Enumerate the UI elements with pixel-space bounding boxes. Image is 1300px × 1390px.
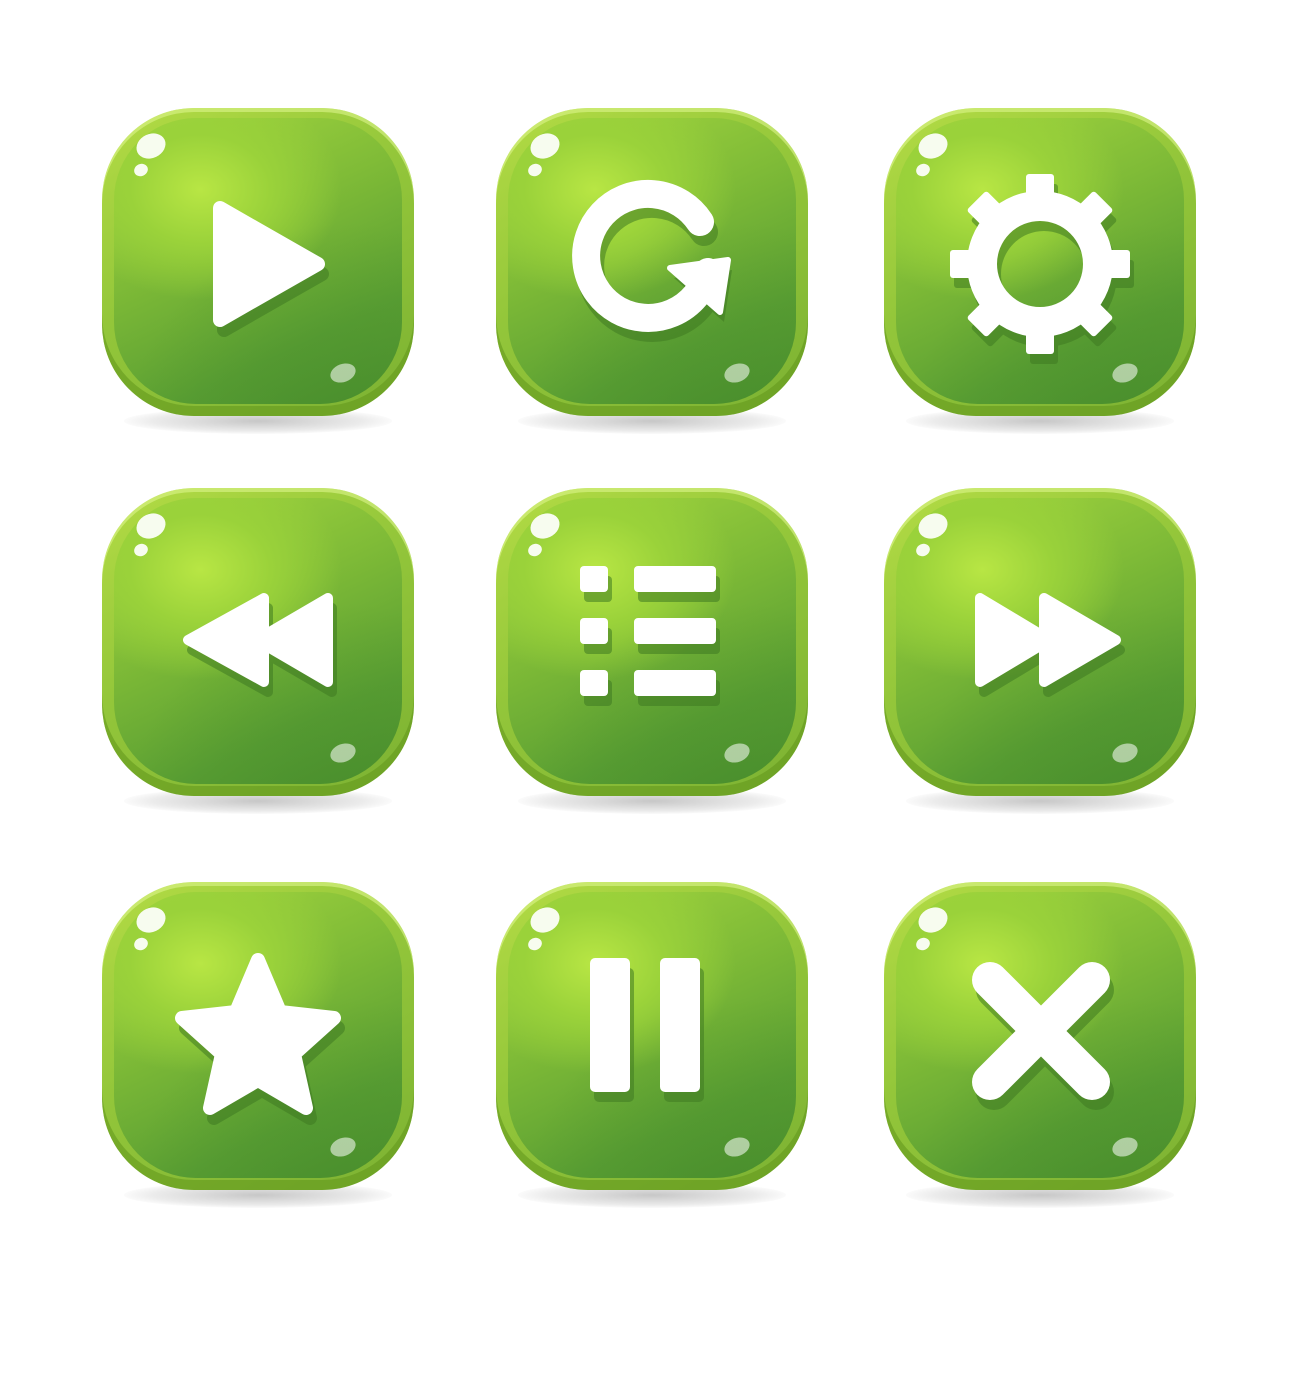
close-button[interactable] [884,882,1196,1190]
fast-forward-button-wrap [884,488,1196,818]
menu-button-wrap [496,488,808,818]
fast-forward-icon [940,544,1140,744]
settings-gear-icon [940,164,1140,364]
fast-forward-button[interactable] [884,488,1196,796]
rewind-button-wrap [102,488,414,818]
star-button[interactable] [102,882,414,1190]
play-icon [158,164,358,364]
restart-button[interactable] [496,108,808,416]
play-button[interactable] [102,108,414,416]
restart-button-wrap [496,108,808,438]
rewind-button[interactable] [102,488,414,796]
star-button-wrap [102,882,414,1212]
star-icon [158,938,358,1138]
pause-icon [552,938,752,1138]
pause-button-wrap [496,882,808,1212]
settings-button-wrap [884,108,1196,438]
icon-button-grid [0,0,1300,1390]
rewind-icon [158,544,358,744]
close-button-wrap [884,882,1196,1212]
menu-list-icon [552,544,752,744]
settings-button[interactable] [884,108,1196,416]
play-button-wrap [102,108,414,438]
close-x-icon [940,938,1140,1138]
restart-icon [552,164,752,364]
pause-button[interactable] [496,882,808,1190]
menu-button[interactable] [496,488,808,796]
